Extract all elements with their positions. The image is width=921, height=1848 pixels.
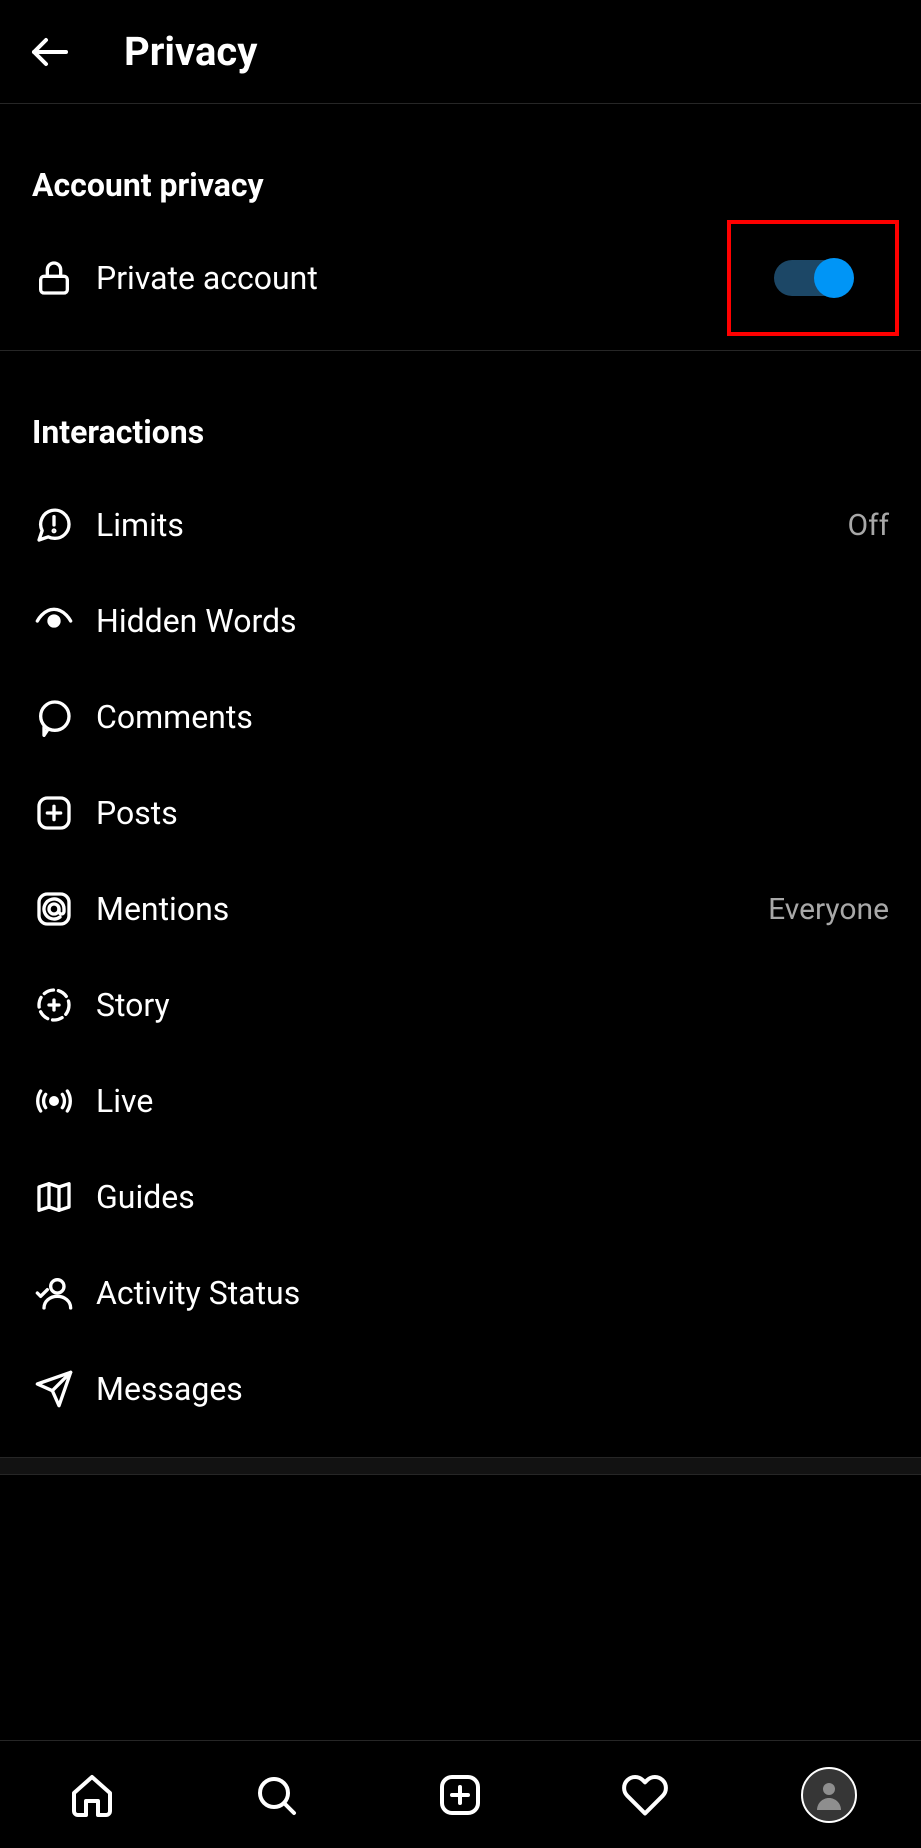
hidden-words-icon <box>32 599 76 643</box>
toggle-knob <box>814 258 854 298</box>
row-label-mentions: Mentions <box>96 890 768 928</box>
home-icon <box>68 1771 116 1819</box>
header: Privacy <box>0 0 921 104</box>
page-title: Privacy <box>124 28 257 75</box>
heart-icon <box>621 1771 669 1819</box>
nav-new-post[interactable] <box>430 1765 490 1825</box>
activity-status-icon <box>32 1271 76 1315</box>
nav-search[interactable] <box>246 1765 306 1825</box>
row-guides[interactable]: Guides <box>0 1149 921 1245</box>
row-hidden-words[interactable]: Hidden Words <box>0 573 921 669</box>
row-label-guides: Guides <box>96 1178 889 1216</box>
mentions-icon <box>32 887 76 931</box>
section-title-interactions: Interactions <box>0 351 921 477</box>
arrow-left-icon <box>26 28 74 76</box>
row-limits[interactable]: Limits Off <box>0 477 921 573</box>
nav-profile[interactable] <box>799 1765 859 1825</box>
row-value-mentions: Everyone <box>768 892 889 927</box>
section-title-account-privacy: Account privacy <box>0 104 921 230</box>
row-label-activity-status: Activity Status <box>96 1274 889 1312</box>
limits-icon <box>32 503 76 547</box>
back-button[interactable] <box>20 22 80 82</box>
avatar <box>801 1767 857 1823</box>
row-label-comments: Comments <box>96 698 889 736</box>
row-private-account[interactable]: Private account <box>0 230 921 326</box>
nav-home[interactable] <box>62 1765 122 1825</box>
row-activity-status[interactable]: Activity Status <box>0 1245 921 1341</box>
row-story[interactable]: Story <box>0 957 921 1053</box>
live-icon <box>32 1079 76 1123</box>
bottom-nav <box>0 1740 921 1848</box>
private-account-toggle[interactable] <box>774 260 852 296</box>
row-label-story: Story <box>96 986 889 1024</box>
row-label-posts: Posts <box>96 794 889 832</box>
content: Account privacy Private account Interact… <box>0 104 921 1475</box>
row-live[interactable]: Live <box>0 1053 921 1149</box>
posts-icon <box>32 791 76 835</box>
nav-activity[interactable] <box>615 1765 675 1825</box>
story-icon <box>32 983 76 1027</box>
row-label-private-account: Private account <box>96 259 727 297</box>
plus-square-icon <box>436 1771 484 1819</box>
row-mentions[interactable]: Mentions Everyone <box>0 861 921 957</box>
guides-icon <box>32 1175 76 1219</box>
messages-icon <box>32 1367 76 1411</box>
row-label-limits: Limits <box>96 506 848 544</box>
highlight-box <box>727 220 899 336</box>
row-value-limits: Off <box>848 508 890 543</box>
comments-icon <box>32 695 76 739</box>
person-icon <box>811 1777 847 1813</box>
row-label-messages: Messages <box>96 1370 889 1408</box>
row-comments[interactable]: Comments <box>0 669 921 765</box>
row-label-hidden-words: Hidden Words <box>96 602 889 640</box>
row-messages[interactable]: Messages <box>0 1341 921 1437</box>
search-icon <box>252 1771 300 1819</box>
section-gap <box>0 1457 921 1475</box>
row-posts[interactable]: Posts <box>0 765 921 861</box>
lock-icon <box>32 256 76 300</box>
row-label-live: Live <box>96 1082 889 1120</box>
